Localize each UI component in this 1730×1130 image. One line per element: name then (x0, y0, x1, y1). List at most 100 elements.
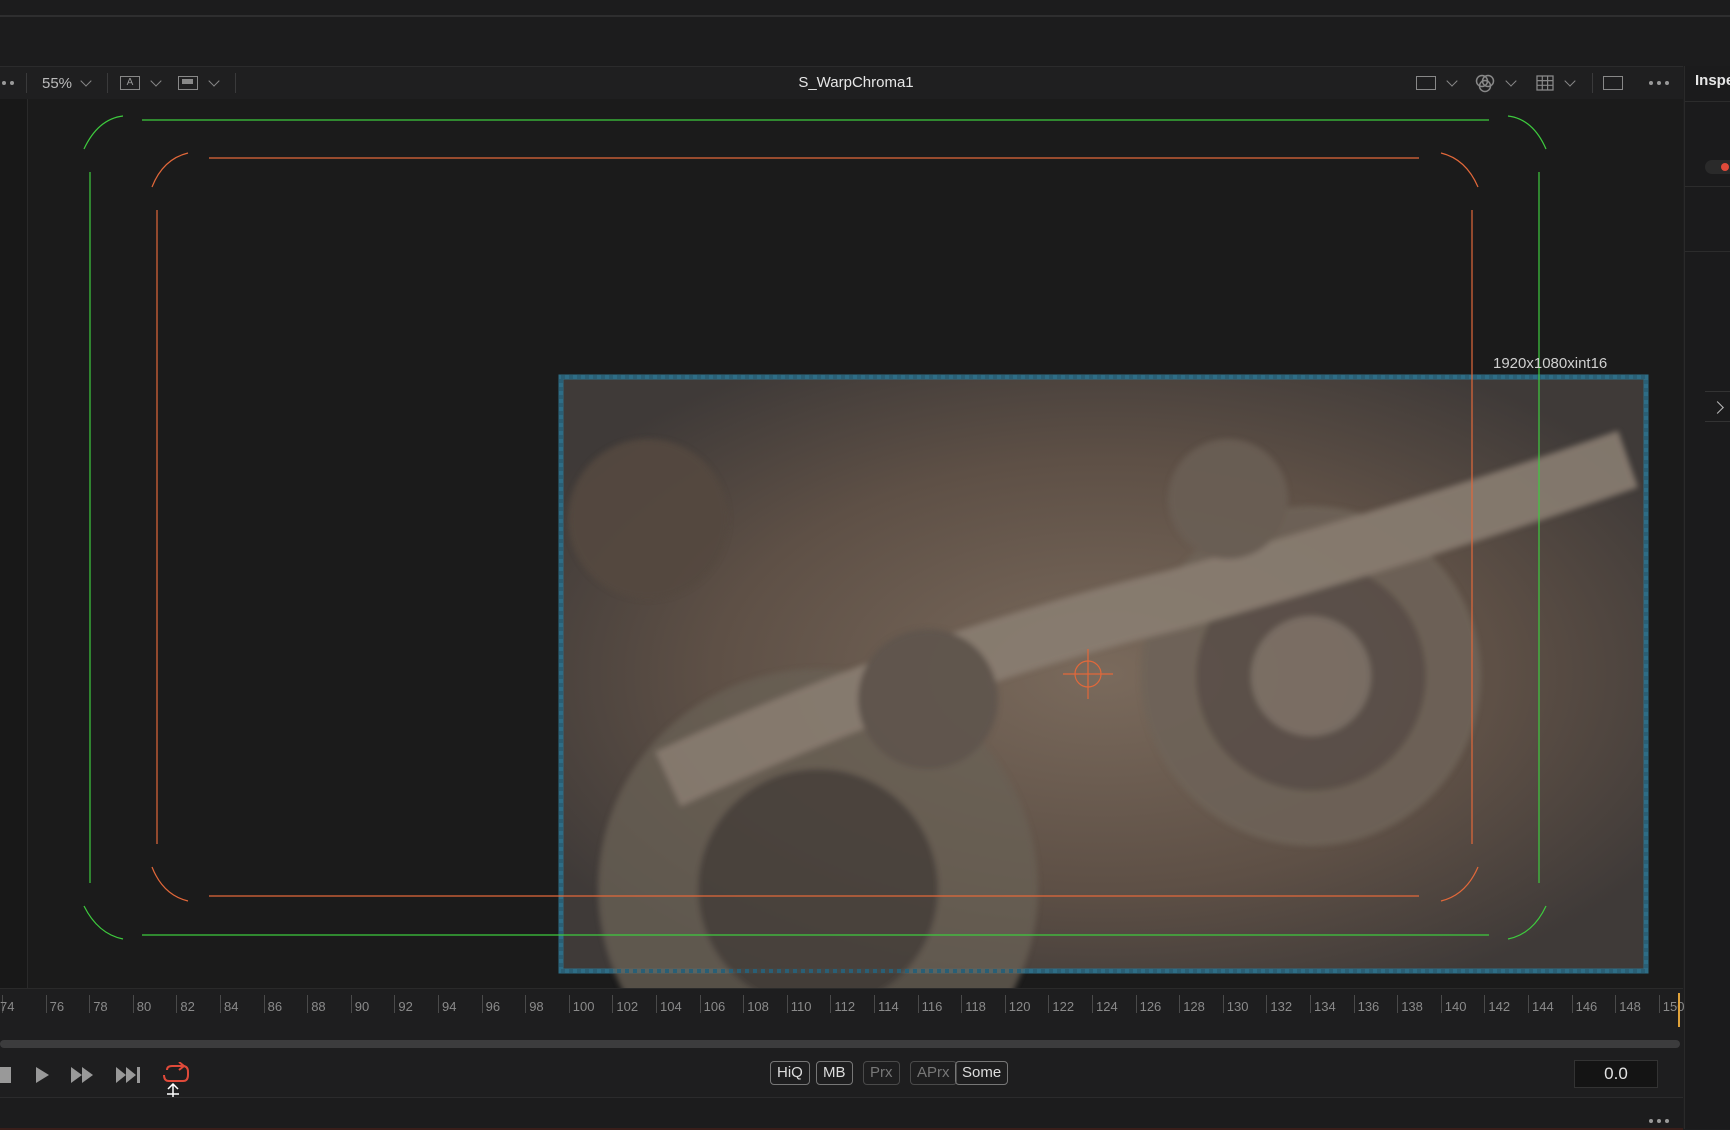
ruler-tick (1528, 995, 1529, 1013)
bottom-bar (0, 1097, 1683, 1130)
ruler-label: 144 (1532, 999, 1554, 1014)
channel-a-dropdown[interactable]: A (120, 67, 162, 99)
ruler-label: 98 (529, 999, 544, 1014)
color-circles-icon (1475, 74, 1495, 93)
ruler-label: 110 (790, 999, 812, 1014)
ruler-tick (656, 995, 657, 1013)
ruler-label: 134 (1314, 999, 1336, 1014)
ruler-tick (699, 995, 701, 1013)
ruler-label: 122 (1052, 999, 1075, 1014)
ruler-tick (1571, 995, 1573, 1013)
viewer-title: S_WarpChroma1 (798, 74, 914, 91)
ruler-label: 80 (136, 999, 152, 1014)
ruler-tick (1048, 995, 1050, 1013)
ruler-tick (568, 995, 570, 1013)
ruler-label: 146 (1575, 999, 1598, 1014)
ruler-label: 86 (267, 999, 283, 1014)
ruler-label: 138 (1401, 999, 1423, 1014)
chevron-down-icon (1505, 75, 1517, 87)
ruler-tick (1266, 995, 1268, 1013)
ruler-tick (1397, 995, 1399, 1013)
ruler-label: 84 (224, 999, 239, 1014)
timeline-ruler[interactable]: 74 76 78 80 82 84 86 88 90 92 94 96 98 100 102 104 106 10… (0, 988, 1685, 1031)
playhead[interactable] (1678, 993, 1680, 1027)
grid-dropdown[interactable] (1536, 67, 1576, 99)
ruler-label: 150 (1662, 999, 1685, 1014)
ruler-label: 140 (1444, 999, 1467, 1014)
ruler-label: 130 (1226, 999, 1249, 1014)
inspector-tab[interactable]: Inspe (1695, 72, 1730, 89)
ruler-label: 90 (354, 999, 370, 1014)
roi-dropdown[interactable] (1416, 67, 1458, 99)
lut-dropdown[interactable] (178, 67, 220, 99)
view-mode-icon (178, 76, 198, 90)
timeline-scrubber[interactable] (0, 1040, 1680, 1048)
toggle-some[interactable]: Some (955, 1061, 1009, 1085)
ruler-tick (743, 995, 745, 1013)
ruler-tick (830, 995, 832, 1013)
chevron-down-icon (1564, 75, 1576, 87)
ruler-tick (89, 995, 91, 1013)
zoom-dropdown[interactable]: 55% (42, 67, 92, 99)
ruler-label: 92 (398, 999, 413, 1014)
color-dropdown[interactable] (1475, 67, 1517, 99)
ruler-tick (786, 995, 788, 1013)
ruler-tick (525, 995, 527, 1013)
toggle-mb[interactable]: MB (816, 1061, 853, 1085)
ruler-label: 76 (49, 999, 65, 1014)
ruler-tick (438, 995, 439, 1013)
ruler-tick (1135, 995, 1137, 1013)
ruler-label: 128 (1183, 999, 1205, 1014)
chevron-down-icon (80, 75, 92, 87)
ruler-tick (1353, 995, 1355, 1013)
toggle-prx[interactable]: Prx (863, 1061, 900, 1085)
ruler-tick (1092, 995, 1093, 1013)
ruler-label: 104 (660, 999, 682, 1014)
left-panel-edge (0, 99, 28, 988)
ruler-label: 124 (1096, 999, 1118, 1014)
ruler-label: 116 (921, 999, 943, 1014)
viewer-options-button[interactable] (1649, 67, 1669, 99)
skip-end-icon[interactable] (115, 1066, 143, 1084)
fullscreen-button[interactable] (1603, 67, 1623, 99)
resolution-label: 1920x1080xint16 (1493, 355, 1608, 372)
toggle-hiq[interactable]: HiQ (770, 1061, 810, 1085)
toggle-aprx[interactable]: APrx (910, 1061, 957, 1085)
ruler-label: 126 (1139, 999, 1162, 1014)
more-icon[interactable] (1649, 1110, 1669, 1128)
channel-a-icon: A (120, 76, 140, 90)
viewer-overlay (83, 115, 1649, 988)
fast-forward-icon[interactable] (70, 1066, 96, 1084)
ruler-label: 78 (93, 999, 108, 1014)
ruler-label: 82 (180, 999, 195, 1014)
transport-bar: HiQ MB Prx APrx Some 0.0 (0, 1052, 1683, 1107)
chevron-down-icon (150, 75, 162, 87)
frame-value-field[interactable]: 0.0 (1574, 1060, 1658, 1088)
ruler-tick (1222, 995, 1224, 1013)
toggle-switch[interactable] (1705, 160, 1730, 174)
viewer-toolbar: 55% A S_WarpChroma1 (0, 66, 1683, 100)
ruler-label: 148 (1619, 999, 1641, 1014)
ruler-tick (1440, 995, 1442, 1013)
ruler-label: 114 (878, 999, 899, 1014)
viewer-canvas[interactable]: 1920x1080xint16 (28, 99, 1683, 988)
more-left-icon[interactable] (2, 67, 14, 99)
ruler-tick (263, 995, 265, 1013)
ruler-tick (1179, 995, 1181, 1013)
ruler-tick (394, 995, 396, 1013)
stop-icon[interactable] (0, 1067, 11, 1083)
zoom-value: 55% (42, 74, 73, 92)
ruler-label: 100 (572, 999, 595, 1014)
play-icon[interactable] (34, 1066, 50, 1084)
ruler-tick (612, 995, 614, 1013)
chevron-right-icon[interactable] (1711, 401, 1724, 414)
ruler-tick (917, 995, 919, 1013)
more-icon (1649, 81, 1669, 85)
fullscreen-icon (1603, 76, 1623, 90)
inspector-panel: Inspe (1684, 66, 1730, 1129)
ruler-tick (307, 995, 309, 1013)
chevron-down-icon (1446, 75, 1458, 87)
ruler-tick (220, 995, 221, 1013)
ruler-tick (1310, 995, 1311, 1013)
ruler-label: 74 (0, 999, 15, 1014)
